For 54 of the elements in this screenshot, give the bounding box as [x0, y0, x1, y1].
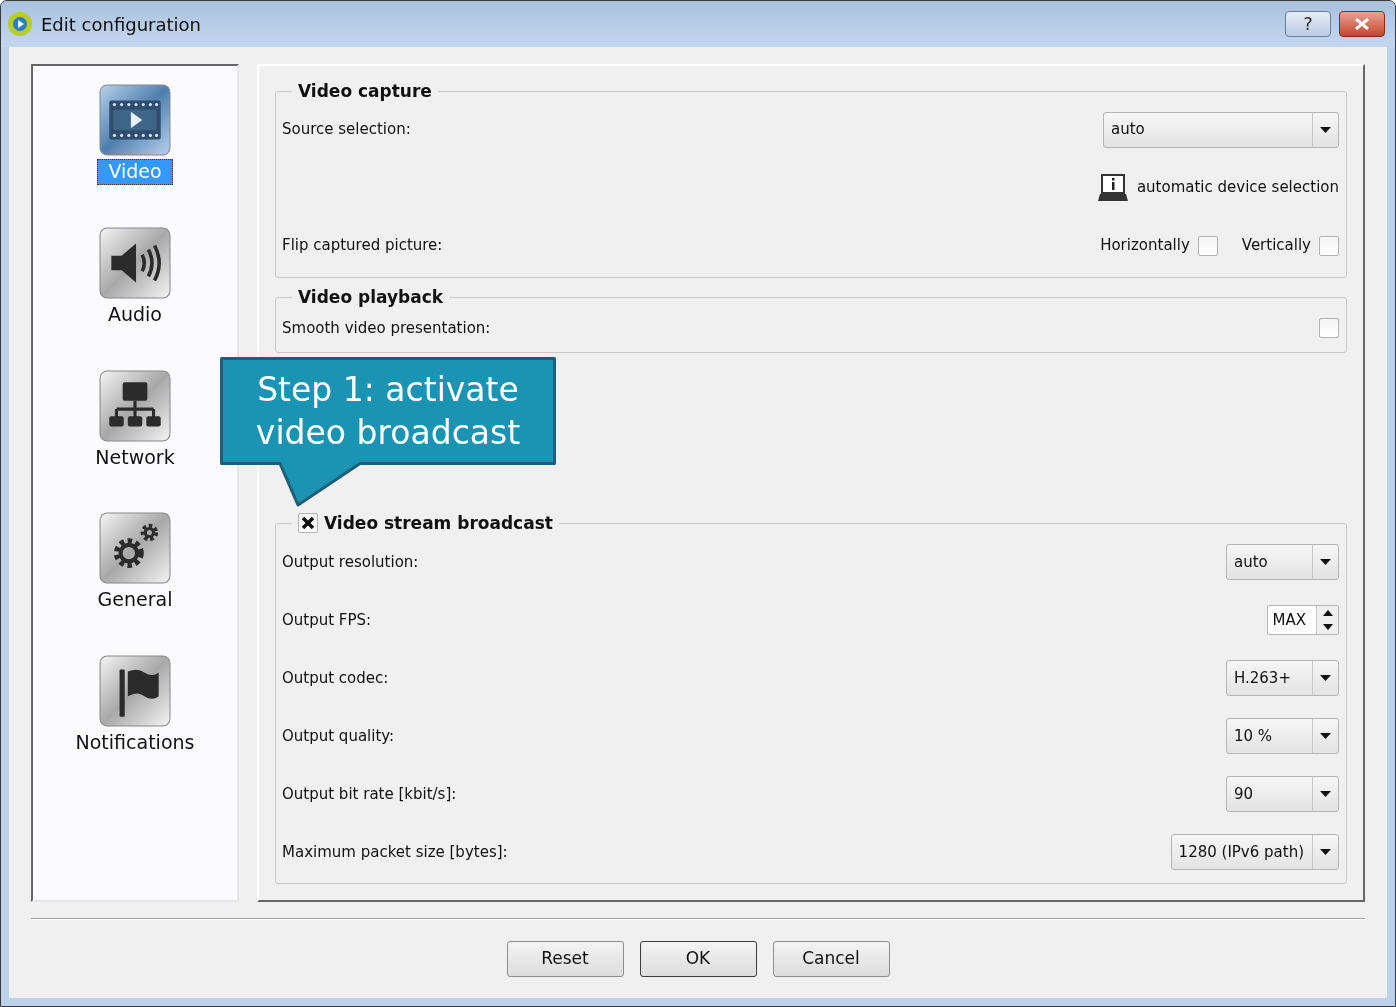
- close-button[interactable]: [1339, 11, 1385, 37]
- category-item[interactable]: General: [86, 512, 184, 613]
- dropdown[interactable]: auto: [1103, 111, 1339, 148]
- caret-icon: [1320, 675, 1331, 681]
- close-icon: [1354, 18, 1370, 30]
- dialog-button[interactable]: OK: [639, 941, 757, 977]
- dialog-button[interactable]: Reset: [506, 941, 624, 977]
- info-text: automatic device selection: [1136, 177, 1339, 199]
- laptop-info-icon: [1096, 173, 1129, 202]
- field-label: Output FPS:: [282, 609, 372, 631]
- caret-icon: [1320, 791, 1331, 797]
- field-label: Output resolution:: [282, 551, 419, 573]
- dialog-button[interactable]: Cancel: [772, 941, 890, 977]
- dropdown[interactable]: H.263+: [1226, 660, 1339, 696]
- checkbox[interactable]: [298, 513, 318, 533]
- film-play-icon: [99, 84, 171, 156]
- category-item[interactable]: Network: [84, 369, 186, 471]
- speaker-icon: [99, 226, 171, 299]
- field-label: Source selection:: [282, 119, 411, 141]
- help-button[interactable]: ?: [1285, 11, 1331, 37]
- dropdown[interactable]: auto: [1226, 544, 1339, 580]
- network-icon: [99, 369, 171, 442]
- field-label: Output codec:: [282, 667, 389, 689]
- caret-icon: [1320, 126, 1331, 133]
- field-label: Flip captured picture:: [282, 235, 443, 257]
- category-item[interactable]: Notifications: [64, 655, 206, 756]
- cross-mark-icon: [301, 516, 315, 530]
- checkbox[interactable]: [1197, 235, 1218, 256]
- spin-box[interactable]: MAX: [1266, 605, 1339, 635]
- window-title: Edit configuration: [41, 12, 201, 37]
- field-label: Output quality:: [282, 725, 395, 747]
- group-title: Video capture: [298, 82, 432, 101]
- checkbox[interactable]: [1319, 235, 1339, 256]
- up-arrow-icon[interactable]: [1322, 610, 1333, 616]
- gears-icon: [99, 512, 171, 585]
- caret-icon: [1320, 849, 1331, 855]
- field-label: Smooth video presentation:: [282, 318, 491, 340]
- dropdown[interactable]: 90: [1226, 776, 1339, 812]
- caret-icon: [1320, 559, 1331, 565]
- dropdown[interactable]: 1280 (IPv6 path): [1170, 834, 1339, 870]
- down-arrow-icon[interactable]: [1322, 624, 1333, 630]
- app-icon: [7, 11, 33, 37]
- category-item[interactable]: Audio: [97, 226, 173, 328]
- field-label: Maximum packet size [bytes]:: [282, 841, 508, 863]
- checkbox[interactable]: [1319, 318, 1339, 339]
- field-label: Output bit rate [kbit/s]:: [282, 783, 457, 805]
- dropdown[interactable]: 10 %: [1226, 718, 1339, 754]
- group-title: Video playback: [298, 287, 444, 307]
- callout-text: Step 1: activate video broadcast: [254, 369, 522, 454]
- group-title: Video stream broadcast: [324, 513, 553, 533]
- option-label: Horizontally: [1100, 235, 1190, 257]
- caret-icon: [1320, 733, 1331, 739]
- flag-icon: [99, 655, 171, 727]
- option-label: Vertically: [1241, 235, 1311, 257]
